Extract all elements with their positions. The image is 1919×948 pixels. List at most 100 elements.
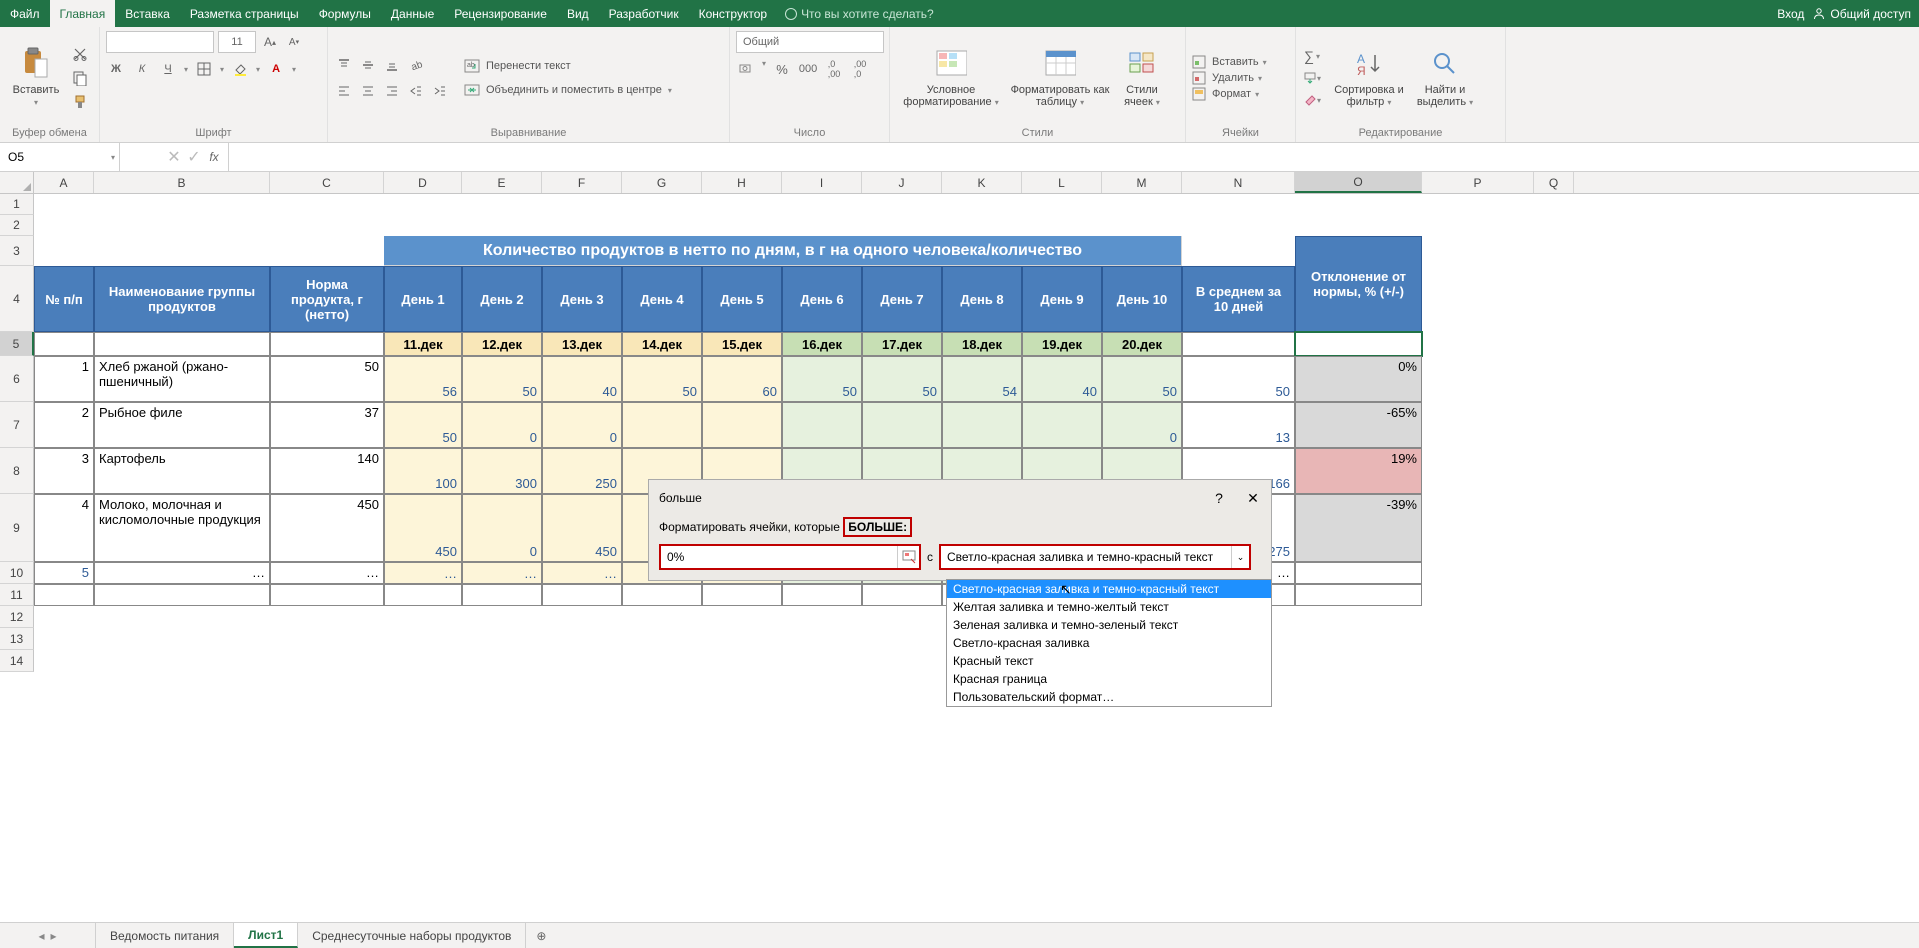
indent-increase-button[interactable] bbox=[430, 81, 450, 101]
dialog-close-button[interactable]: ✕ bbox=[1241, 486, 1265, 510]
row-3-norm[interactable]: 450 bbox=[270, 494, 384, 562]
format-option-3[interactable]: Светло-красная заливка bbox=[947, 634, 1271, 652]
thousands-button[interactable]: 000 bbox=[798, 59, 818, 79]
row-head-4[interactable]: 4 bbox=[0, 266, 34, 332]
row10-D[interactable]: … bbox=[384, 562, 462, 584]
row-0-d4[interactable]: 60 bbox=[702, 356, 782, 402]
bold-button[interactable]: Ж bbox=[106, 59, 126, 79]
insert-function-button[interactable]: fx bbox=[204, 147, 224, 167]
row-0-d1[interactable]: 50 bbox=[462, 356, 542, 402]
cell-N5[interactable] bbox=[1182, 332, 1295, 356]
date-7[interactable]: 18.дек bbox=[942, 332, 1022, 356]
formula-input[interactable] bbox=[229, 143, 1919, 171]
row11-B[interactable] bbox=[94, 584, 270, 606]
italic-button[interactable]: К bbox=[132, 59, 152, 79]
number-format-select[interactable]: Общий bbox=[736, 31, 884, 53]
sheet-tab-2[interactable]: Среднесуточные наборы продуктов bbox=[298, 923, 526, 948]
col-head-G[interactable]: G bbox=[622, 172, 702, 193]
format-option-0[interactable]: Светло-красная заливка и темно-красный т… bbox=[947, 580, 1271, 598]
row10-F[interactable]: … bbox=[542, 562, 622, 584]
row-1-d4[interactable] bbox=[702, 402, 782, 448]
cancel-edit-button[interactable]: ✕ bbox=[164, 147, 184, 167]
date-3[interactable]: 14.дек bbox=[622, 332, 702, 356]
col-head-K[interactable]: K bbox=[942, 172, 1022, 193]
date-1[interactable]: 12.дек bbox=[462, 332, 542, 356]
row10-E[interactable]: … bbox=[462, 562, 542, 584]
sheet-tab-1[interactable]: Лист1 bbox=[234, 923, 298, 948]
align-center-button[interactable] bbox=[358, 81, 378, 101]
header-day-9[interactable]: День 9 bbox=[1022, 266, 1102, 332]
menu-designer[interactable]: Конструктор bbox=[689, 0, 777, 27]
col-head-D[interactable]: D bbox=[384, 172, 462, 193]
increase-font-button[interactable]: A▴ bbox=[260, 32, 280, 52]
row-3-d1[interactable]: 0 bbox=[462, 494, 542, 562]
cell-O5[interactable] bbox=[1295, 332, 1422, 356]
row-2-no[interactable]: 3 bbox=[34, 448, 94, 494]
orientation-button[interactable]: ab bbox=[406, 55, 426, 75]
header-day-1[interactable]: День 1 bbox=[384, 266, 462, 332]
row-1-no[interactable]: 2 bbox=[34, 402, 94, 448]
col-head-E[interactable]: E bbox=[462, 172, 542, 193]
dialog-help-button[interactable]: ? bbox=[1207, 486, 1231, 510]
row11-F[interactable] bbox=[542, 584, 622, 606]
fill-button[interactable]: ▾ bbox=[1302, 68, 1322, 88]
col-head-L[interactable]: L bbox=[1022, 172, 1102, 193]
row-3-name[interactable]: Молоко, молочная и кисломолочные продукц… bbox=[94, 494, 270, 562]
menu-data[interactable]: Данные bbox=[381, 0, 444, 27]
row-1-d3[interactable] bbox=[622, 402, 702, 448]
date-9[interactable]: 20.дек bbox=[1102, 332, 1182, 356]
row10-B[interactable]: … bbox=[94, 562, 270, 584]
menu-home[interactable]: Главная bbox=[50, 0, 116, 27]
format-option-5[interactable]: Красная граница bbox=[947, 670, 1271, 688]
row-head-7[interactable]: 7 bbox=[0, 402, 34, 448]
sort-filter-button[interactable]: АЯ Сортировка и фильтр ▾ bbox=[1332, 38, 1406, 118]
row-3-dev[interactable]: -39% bbox=[1295, 494, 1422, 562]
delete-cells-button[interactable]: Удалить ▾ bbox=[1192, 71, 1262, 85]
row-2-dev[interactable]: 19% bbox=[1295, 448, 1422, 494]
row-head-6[interactable]: 6 bbox=[0, 356, 34, 402]
date-4[interactable]: 15.дек bbox=[702, 332, 782, 356]
paste-button[interactable]: Вставить▾ bbox=[6, 38, 66, 118]
row-1-d5[interactable] bbox=[782, 402, 862, 448]
cell-styles-button[interactable]: Стили ячеек ▾ bbox=[1114, 38, 1170, 118]
row-0-d2[interactable]: 40 bbox=[542, 356, 622, 402]
cut-button[interactable] bbox=[70, 44, 90, 64]
font-size-select[interactable]: 11 bbox=[218, 31, 256, 53]
row-head-14[interactable]: 14 bbox=[0, 650, 34, 672]
align-right-button[interactable] bbox=[382, 81, 402, 101]
row-0-norm[interactable]: 50 bbox=[270, 356, 384, 402]
percent-button[interactable]: % bbox=[772, 59, 792, 79]
row-1-d1[interactable]: 0 bbox=[462, 402, 542, 448]
align-bottom-button[interactable] bbox=[382, 55, 402, 75]
header-dev[interactable]: Отклонение от нормы, % (+/-) bbox=[1295, 236, 1422, 332]
header-avg[interactable]: В среднем за 10 дней bbox=[1182, 266, 1295, 332]
format-option-1[interactable]: Желтая заливка и темно-желтый текст bbox=[947, 598, 1271, 616]
dialog-format-select[interactable]: Светло-красная заливка и темно-красный т… bbox=[939, 544, 1251, 570]
fill-color-button[interactable] bbox=[230, 59, 250, 79]
row-3-d0[interactable]: 450 bbox=[384, 494, 462, 562]
menu-review[interactable]: Рецензирование bbox=[444, 0, 557, 27]
share-button[interactable]: Общий доступ bbox=[1812, 7, 1911, 21]
merge-button[interactable]: Объединить и поместить в центре ▾ bbox=[464, 82, 672, 98]
row-0-d6[interactable]: 50 bbox=[862, 356, 942, 402]
date-2[interactable]: 13.дек bbox=[542, 332, 622, 356]
row-1-d6[interactable] bbox=[862, 402, 942, 448]
row-0-d7[interactable]: 54 bbox=[942, 356, 1022, 402]
row11-A[interactable] bbox=[34, 584, 94, 606]
row11-O[interactable] bbox=[1295, 584, 1422, 606]
col-head-N[interactable]: N bbox=[1182, 172, 1295, 193]
row-0-d3[interactable]: 50 bbox=[622, 356, 702, 402]
row-1-avg[interactable]: 13 bbox=[1182, 402, 1295, 448]
row-1-dev[interactable]: -65% bbox=[1295, 402, 1422, 448]
col-head-B[interactable]: B bbox=[94, 172, 270, 193]
header-name[interactable]: Наименование группы продуктов bbox=[94, 266, 270, 332]
date-0[interactable]: 11.дек bbox=[384, 332, 462, 356]
row-2-name[interactable]: Картофель bbox=[94, 448, 270, 494]
confirm-edit-button[interactable]: ✓ bbox=[184, 147, 204, 167]
row-head-5[interactable]: 5 bbox=[0, 332, 34, 356]
range-picker-button[interactable] bbox=[897, 546, 919, 568]
format-option-4[interactable]: Красный текст bbox=[947, 652, 1271, 670]
name-box[interactable]: O5▾ bbox=[0, 143, 120, 171]
date-5[interactable]: 16.дек bbox=[782, 332, 862, 356]
align-middle-button[interactable] bbox=[358, 55, 378, 75]
